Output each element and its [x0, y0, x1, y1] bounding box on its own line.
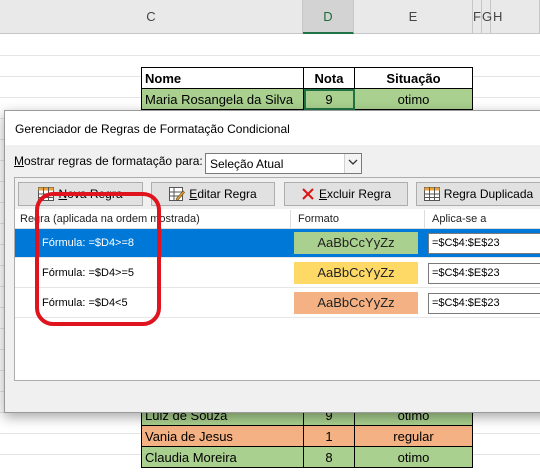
column-format[interactable]: Formato	[298, 213, 339, 225]
duplicate-rule-label: Regra Duplicada	[443, 187, 534, 201]
grade-table-top: Nome Nota Situação Maria Rosangela da Si…	[141, 67, 473, 110]
show-rules-label-text: ostrar regras de formatação para:	[24, 154, 203, 168]
cell-status[interactable]: otimo	[354, 446, 473, 468]
column-header-bar: C D E F G H	[0, 0, 540, 34]
rule-row[interactable]: Fórmula: =$D4>=5 AaBbCcYyZz =$C$4:$E$23	[15, 259, 540, 288]
table-grid-icon	[38, 187, 55, 201]
column-header-h[interactable]: H	[491, 0, 540, 34]
column-applies-to[interactable]: Aplica-se a	[432, 213, 486, 225]
edit-rule-label: ditar Regra	[197, 187, 257, 201]
conditional-formatting-rules-manager-dialog: Gerenciador de Regras de Formatação Cond…	[4, 110, 540, 413]
table-copy-icon	[423, 187, 440, 201]
cell-name[interactable]: Maria Rosangela da Silva	[141, 88, 304, 110]
cell-grade[interactable]: 1	[303, 425, 355, 447]
rules-toolbar: Nova Regra Editar Regra Excluir Regra Re…	[15, 178, 540, 209]
header-name[interactable]: Nome	[141, 67, 304, 89]
chevron-down-icon[interactable]	[344, 154, 361, 173]
edit-pencil-table-icon	[169, 187, 186, 201]
rule-formula: Fórmula: =$D4>=5	[42, 267, 135, 279]
format-preview: AaBbCcYyZz	[294, 262, 418, 284]
column-header-d[interactable]: D	[303, 0, 354, 34]
cell-status[interactable]: otimo	[354, 88, 473, 110]
show-rules-for-value: Seleção Atual	[210, 157, 284, 171]
rule-formula: Fórmula: =$D4>=8	[42, 237, 135, 249]
header-status[interactable]: Situação	[354, 67, 473, 89]
delete-rule-accelerator: E	[318, 187, 327, 201]
column-header-f[interactable]: F	[473, 0, 482, 34]
column-header-c[interactable]: C	[0, 0, 303, 34]
new-rule-label: ova Regra	[67, 187, 123, 201]
table-row: Vania de Jesus 1 regular	[141, 425, 473, 447]
table-row: Maria Rosangela da Silva 9 otimo	[141, 88, 473, 110]
delete-rule-label: xcluir Regra	[326, 187, 392, 201]
column-header-e[interactable]: E	[354, 0, 473, 34]
show-rules-for-select[interactable]: Seleção Atual	[205, 153, 362, 174]
cell-grade[interactable]: 9	[303, 88, 355, 110]
format-preview: AaBbCcYyZz	[294, 292, 418, 314]
cell-grade[interactable]: 8	[303, 446, 355, 468]
edit-rule-button[interactable]: Editar Regra	[151, 182, 275, 206]
applies-to-input[interactable]: =$C$4:$E$23	[428, 263, 540, 284]
applies-to-input[interactable]: =$C$4:$E$23	[428, 233, 540, 254]
rules-list-header: Regra (aplicada na ordem mostrada) Forma…	[15, 210, 540, 229]
grade-table-bottom: Luiz de Souza 9 otimo Vania de Jesus 1 r…	[141, 404, 473, 468]
applies-to-input[interactable]: =$C$4:$E$23	[428, 293, 540, 314]
rules-panel: Nova Regra Editar Regra Excluir Regra Re…	[14, 177, 540, 381]
column-divider[interactable]	[290, 210, 291, 229]
table-row: Claudia Moreira 8 otimo	[141, 446, 473, 468]
cell-name[interactable]: Vania de Jesus	[141, 425, 304, 447]
dialog-titlebar[interactable]: Gerenciador de Regras de Formatação Cond…	[5, 111, 540, 145]
red-x-icon	[301, 187, 315, 201]
table-header-row: Nome Nota Situação	[141, 67, 473, 89]
rule-row[interactable]: Fórmula: =$D4>=8 AaBbCcYyZz =$C$4:$E$23	[15, 229, 540, 258]
show-rules-label: Mostrar regras de formatação para:	[14, 154, 203, 168]
dialog-title: Gerenciador de Regras de Formatação Cond…	[15, 122, 290, 136]
edit-rule-accelerator: E	[189, 187, 198, 201]
cell-status[interactable]: regular	[354, 425, 473, 447]
column-header-g[interactable]: G	[482, 0, 492, 34]
rule-row[interactable]: Fórmula: =$D4<5 AaBbCcYyZz =$C$4:$E$23	[15, 289, 540, 318]
new-rule-button[interactable]: Nova Regra	[18, 182, 143, 206]
duplicate-rule-button[interactable]: Regra Duplicada	[416, 182, 540, 206]
new-rule-accelerator: N	[58, 187, 68, 201]
column-divider[interactable]	[424, 210, 425, 229]
rule-formula: Fórmula: =$D4<5	[42, 297, 128, 309]
column-rule[interactable]: Regra (aplicada na ordem mostrada)	[20, 213, 200, 225]
format-preview: AaBbCcYyZz	[294, 232, 418, 254]
cell-name[interactable]: Claudia Moreira	[141, 446, 304, 468]
show-rules-accelerator: M	[14, 154, 24, 168]
delete-rule-button[interactable]: Excluir Regra	[284, 182, 408, 206]
header-grade[interactable]: Nota	[303, 67, 355, 89]
